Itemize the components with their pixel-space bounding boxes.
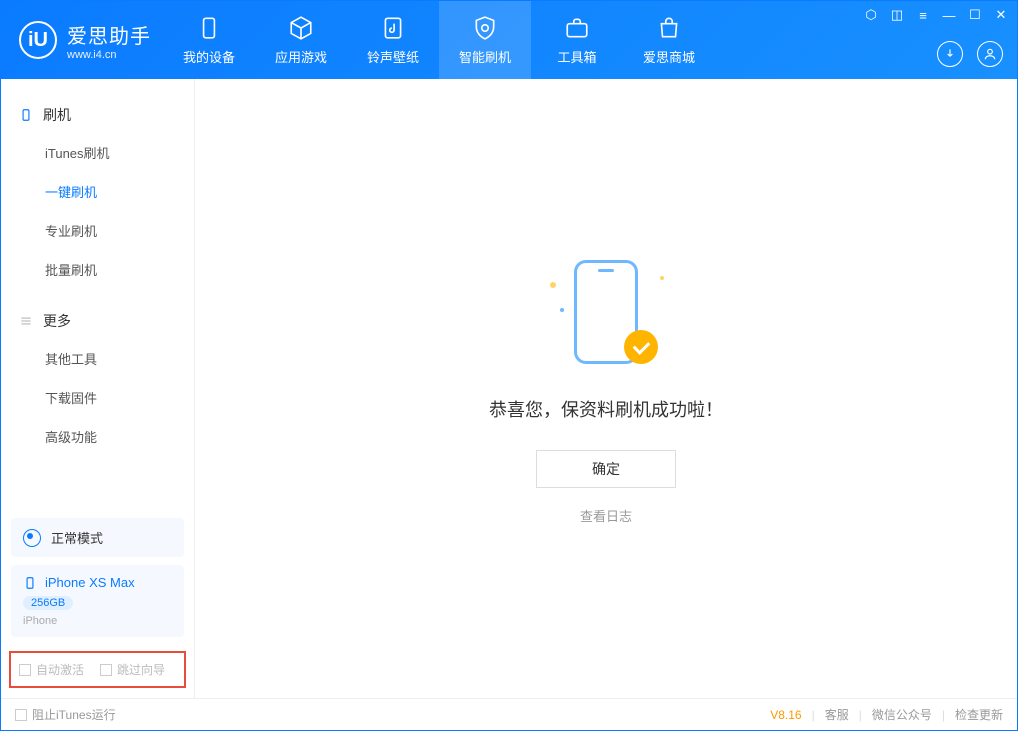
checkbox-icon (19, 664, 31, 676)
tab-apps[interactable]: 应用游戏 (255, 1, 347, 79)
sidebar-section-flash: 刷机 (1, 97, 194, 133)
logo-icon: iU (19, 21, 57, 59)
ok-button[interactable]: 确定 (536, 450, 676, 488)
tab-store[interactable]: 爱思商城 (623, 1, 715, 79)
sidebar-item-advanced[interactable]: 高级功能 (1, 417, 194, 456)
view-log-link[interactable]: 查看日志 (580, 506, 632, 525)
logo[interactable]: iU 爱思助手 www.i4.cn (1, 20, 163, 61)
success-illustration (546, 252, 666, 372)
device-type: iPhone (23, 615, 172, 627)
checkbox-auto-activate[interactable]: 自动激活 (19, 661, 84, 678)
body: 刷机 iTunes刷机 一键刷机 专业刷机 批量刷机 更多 其他工具 下载固件 … (1, 79, 1017, 698)
main-content: 恭喜您，保资料刷机成功啦！ 确定 查看日志 (195, 79, 1017, 698)
shield-refresh-icon (472, 15, 498, 41)
menu-icon[interactable]: ≡ (915, 7, 931, 23)
highlighted-options: 自动激活 跳过向导 (9, 651, 186, 688)
window-controls: ⬡ ◫ ≡ — ☐ ✕ (863, 7, 1009, 23)
header: iU 爱思助手 www.i4.cn 我的设备 应用游戏 铃声壁纸 智能刷机 (1, 1, 1017, 79)
footer-link-wechat[interactable]: 微信公众号 (872, 706, 932, 723)
music-file-icon (380, 15, 406, 41)
list-icon (19, 314, 33, 328)
sidebar-item-batch-flash[interactable]: 批量刷机 (1, 250, 194, 289)
skin-icon[interactable]: ◫ (889, 7, 905, 23)
user-icon[interactable] (977, 41, 1003, 67)
capacity-badge: 256GB (23, 596, 73, 610)
app-window: iU 爱思助手 www.i4.cn 我的设备 应用游戏 铃声壁纸 智能刷机 (0, 0, 1018, 731)
footer-link-support[interactable]: 客服 (825, 706, 849, 723)
header-tabs: 我的设备 应用游戏 铃声壁纸 智能刷机 工具箱 爱思商城 (163, 1, 715, 79)
device-name-row: iPhone XS Max (23, 575, 172, 590)
checkbox-icon (100, 664, 112, 676)
footer-link-update[interactable]: 检查更新 (955, 706, 1003, 723)
device-icon (196, 15, 222, 41)
close-icon[interactable]: ✕ (993, 7, 1009, 23)
logo-text: 爱思助手 (67, 20, 151, 49)
cube-icon (288, 15, 314, 41)
tab-toolbox[interactable]: 工具箱 (531, 1, 623, 79)
mode-card[interactable]: 正常模式 (11, 518, 184, 557)
checkbox-icon (15, 709, 27, 721)
download-icon[interactable] (937, 41, 963, 67)
footer: 阻止iTunes运行 V8.16 | 客服 | 微信公众号 | 检查更新 (1, 698, 1017, 730)
sidebar-item-other-tools[interactable]: 其他工具 (1, 339, 194, 378)
device-phone-icon (23, 576, 37, 590)
maximize-icon[interactable]: ☐ (967, 7, 983, 23)
sidebar-item-oneclick-flash[interactable]: 一键刷机 (1, 172, 194, 211)
feedback-icon[interactable]: ⬡ (863, 7, 879, 23)
device-card[interactable]: iPhone XS Max 256GB iPhone (11, 565, 184, 637)
sidebar: 刷机 iTunes刷机 一键刷机 专业刷机 批量刷机 更多 其他工具 下载固件 … (1, 79, 195, 698)
bag-icon (656, 15, 682, 41)
logo-url: www.i4.cn (67, 49, 151, 61)
tab-ringtone[interactable]: 铃声壁纸 (347, 1, 439, 79)
version-label: V8.16 (770, 708, 801, 722)
checkbox-prevent-itunes[interactable]: 阻止iTunes运行 (15, 706, 116, 723)
tab-my-device[interactable]: 我的设备 (163, 1, 255, 79)
sidebar-item-itunes-flash[interactable]: iTunes刷机 (1, 133, 194, 172)
sidebar-item-pro-flash[interactable]: 专业刷机 (1, 211, 194, 250)
minimize-icon[interactable]: — (941, 7, 957, 23)
header-right-icons (937, 41, 1003, 67)
checkbox-skip-wizard[interactable]: 跳过向导 (100, 661, 165, 678)
success-message: 恭喜您，保资料刷机成功啦！ (489, 396, 723, 422)
mode-icon (23, 529, 41, 547)
sidebar-section-more: 更多 (1, 303, 194, 339)
phone-icon (19, 108, 33, 122)
sidebar-item-download-firmware[interactable]: 下载固件 (1, 378, 194, 417)
tab-flash[interactable]: 智能刷机 (439, 1, 531, 79)
checkmark-badge-icon (624, 330, 658, 364)
briefcase-icon (564, 15, 590, 41)
